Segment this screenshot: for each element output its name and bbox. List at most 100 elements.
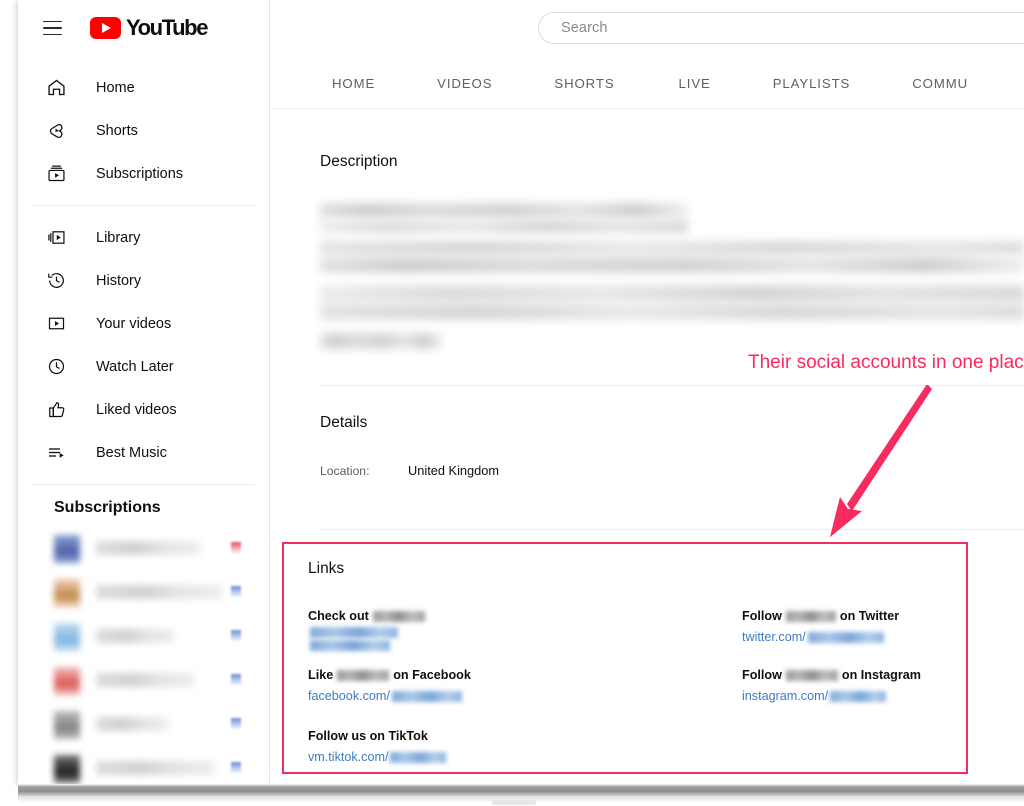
check-out-link: Check out [308,609,429,651]
sidebar-item-label: Home [96,79,135,96]
bell-icon[interactable] [231,586,241,598]
tab-community[interactable]: COMMU [912,76,968,91]
link-title-text: Follow [742,609,782,623]
tab-home[interactable]: HOME [332,76,375,91]
library-icon [44,226,68,250]
bell-icon[interactable] [231,718,241,730]
location-value: United Kingdom [408,463,500,478]
sidebar-item-subscriptions[interactable]: Subscriptions [18,152,269,195]
sidebar-item-home[interactable]: Home [18,66,269,109]
link-url[interactable]: twitter.com/ [742,630,899,644]
link-url[interactable]: instagram.com/ [742,689,921,703]
redacted-url-handle [390,751,447,763]
link-url[interactable]: vm.tiktok.com/ [308,750,447,764]
redacted-channel-name [785,669,838,681]
sidebar-item-label: Watch Later [96,358,174,375]
avatar [54,579,80,607]
link-title-text: Check out [308,609,369,623]
facebook-link: Like on Facebook facebook.com/ [308,668,471,703]
bell-icon[interactable] [231,674,241,686]
sidebar-item-label: Your videos [96,315,172,332]
link-title-suffix: on Facebook [393,668,471,682]
subscriptions-section-title: Subscriptions [54,499,161,516]
search-input[interactable]: Search [538,12,1024,44]
subscription-row[interactable] [18,615,269,659]
redacted-text-line [320,285,1024,302]
thumbs-up-icon [44,398,68,422]
subscription-row[interactable] [18,703,269,747]
description-divider [320,385,1024,386]
link-title-suffix: on Instagram [841,668,921,682]
location-label: Location: [320,464,370,478]
horizontal-scrollbar[interactable] [18,784,1024,797]
link-url[interactable] [308,627,429,638]
description-heading: Description [320,153,398,170]
youtube-logo[interactable]: YouTube [90,15,208,41]
subscription-channel-name [96,717,168,731]
bell-ring-icon[interactable] [231,542,241,554]
sidebar-item-shorts[interactable]: Shorts [18,109,269,152]
annotation-label: Their social accounts in one place [748,352,1024,373]
redacted-channel-name [372,610,425,622]
sidebar-item-label: History [96,272,142,289]
tab-shorts[interactable]: SHORTS [554,76,614,91]
avatar [54,711,80,739]
redacted-text-line [320,333,442,349]
link-title: Follow us on TikTok [308,729,446,743]
your-videos-icon [44,312,68,336]
sidebar: YouTube Home Shorts Subscriptions Librar… [18,0,270,784]
sidebar-item-liked-videos[interactable]: Liked videos [18,388,269,431]
subscription-channel-name [96,673,194,687]
hamburger-icon[interactable] [32,8,72,48]
instagram-link: Follow on Instagram instagram.com/ [742,668,921,703]
details-divider [320,529,1024,530]
link-url-text: instagram.com/ [742,689,829,703]
link-title: Follow on Twitter [742,609,899,623]
sidebar-item-your-videos[interactable]: Your videos [18,302,269,345]
link-title-text: Follow us on TikTok [308,729,428,743]
youtube-play-icon [90,17,121,39]
sidebar-header: YouTube [18,0,269,56]
tab-playlists[interactable]: PLAYLISTS [773,76,851,91]
avatar [54,755,80,783]
redacted-channel-name [337,669,390,681]
subscription-channel-name [96,541,200,555]
link-title-text: Like [308,668,334,682]
bell-icon[interactable] [231,762,241,774]
youtube-wordmark: YouTube [126,15,208,40]
redacted-url-handle [310,640,390,651]
sidebar-item-best-music[interactable]: Best Music [18,431,269,474]
tab-videos[interactable]: VIDEOS [437,76,492,91]
clock-icon [44,355,68,379]
sidebar-item-label: Shorts [96,122,138,139]
link-title: Check out [308,609,429,623]
sidebar-item-history[interactable]: History [18,259,269,302]
sidebar-primary-nav: Home Shorts Subscriptions [18,56,269,205]
details-heading: Details [320,414,368,431]
link-title: Like on Facebook [308,668,471,682]
redacted-url-handle [807,631,884,643]
subscription-row[interactable] [18,527,269,571]
arrow-down-left-icon [830,385,932,537]
redacted-text-line [320,220,688,233]
redacted-text-line [320,257,1024,273]
link-title-suffix: on Twitter [839,609,900,623]
link-url-second-line[interactable] [308,640,429,651]
bell-icon[interactable] [231,630,241,642]
channel-tabs: HOME VIDEOS SHORTS LIVE PLAYLISTS COMMU [270,58,1024,108]
subscription-row[interactable] [18,659,269,703]
search-placeholder: Search [561,20,608,36]
subscription-channel-name [96,585,222,599]
tiktok-link: Follow us on TikTok vm.tiktok.com/ [308,729,447,764]
link-url[interactable]: facebook.com/ [308,689,471,703]
home-icon [44,76,68,100]
sidebar-item-library[interactable]: Library [18,216,269,259]
redacted-channel-name [785,610,836,622]
link-title-text: Follow [742,668,782,682]
tab-live[interactable]: LIVE [679,76,711,91]
subscription-row[interactable] [18,571,269,615]
sidebar-item-watch-later[interactable]: Watch Later [18,345,269,388]
links-heading: Links [308,560,345,577]
subscription-row[interactable] [18,747,269,784]
subscriptions-icon [44,162,68,186]
